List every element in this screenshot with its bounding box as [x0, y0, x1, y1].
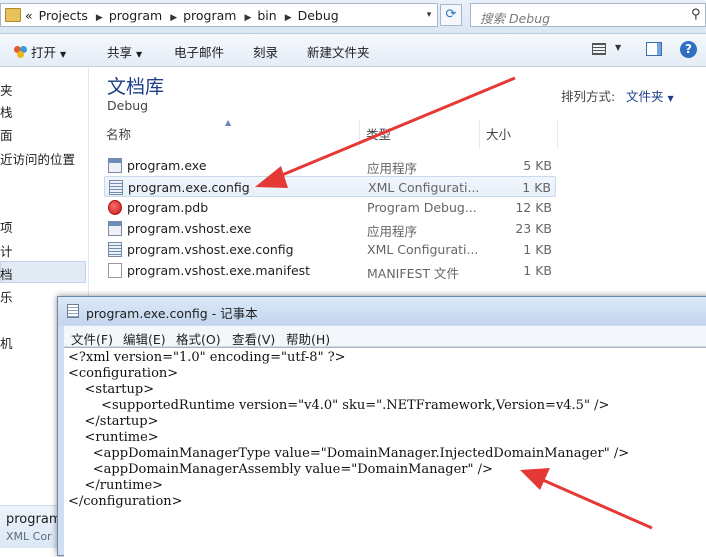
- annotation-arrows: [255, 76, 653, 530]
- annotation-arrow-assembly-line: [520, 468, 653, 530]
- annotation-arrow-config-file: [255, 76, 516, 188]
